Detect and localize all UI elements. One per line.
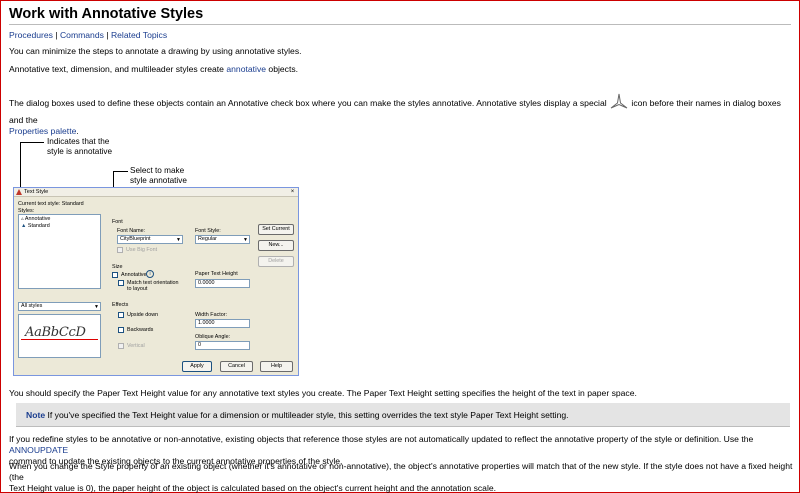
callout-annotative-indicator: Indicates that the style is annotative (47, 137, 113, 156)
styles-filter-dropdown[interactable]: All styles ▼ (18, 302, 101, 311)
paragraph-dialog-boxes: The dialog boxes used to define these ob… (9, 92, 794, 137)
apply-button[interactable]: Apply (182, 361, 212, 372)
note-label: Note (26, 410, 46, 420)
paragraph-annotative: Annotative text, dimension, and multilea… (9, 64, 299, 74)
font-style-label: Font Style: (195, 228, 221, 234)
font-name-dropdown[interactable]: CityBlueprint ▼ (117, 235, 183, 244)
annoupdate-link[interactable]: ANNOUPDATE (9, 445, 68, 455)
paragraph-intro: You can minimize the steps to annotate a… (9, 46, 302, 56)
annotative-icon (609, 92, 629, 115)
oblique-angle-input[interactable]: 0 (195, 341, 250, 350)
backwards-label: Backwards (127, 327, 154, 333)
vertical-checkbox[interactable] (118, 343, 124, 349)
note-box: Note If you've specified the Text Height… (16, 403, 790, 427)
list-item[interactable]: ▵ Annotative (21, 216, 50, 222)
autocad-logo-icon (16, 189, 22, 195)
paper-text-height-label: Paper Text Height (195, 271, 238, 277)
chevron-down-icon: ▼ (94, 304, 99, 310)
backwards-checkbox[interactable] (118, 327, 124, 333)
procedures-link[interactable]: Procedures (9, 30, 53, 40)
set-current-button[interactable]: Set Current (258, 224, 294, 235)
size-group-label: Size (112, 264, 123, 270)
font-name-label: Font Name: (117, 228, 146, 234)
upside-down-label: Upside down (127, 312, 159, 318)
info-icon[interactable]: i (146, 270, 154, 278)
styles-list[interactable]: ▵ Annotative ▲ Standard (18, 214, 101, 289)
text-style-dialog: Text Style × Current text style: Standar… (13, 187, 299, 376)
style-preview: AaBbCcD (18, 314, 101, 358)
paper-text-height-input[interactable]: 0.0000 (195, 279, 250, 288)
annotative-label: Annotative (121, 272, 147, 278)
annotative-icon: ▲ (21, 223, 27, 229)
related-topics-link[interactable]: Related Topics (111, 30, 167, 40)
font-style-dropdown[interactable]: Regular ▼ (195, 235, 250, 244)
paragraph-paper-text-height: You should specify the Paper Text Height… (9, 388, 637, 398)
vertical-label: Vertical (127, 343, 145, 349)
match-orientation-checkbox[interactable] (118, 280, 124, 286)
topic-nav: Procedures | Commands | Related Topics (9, 30, 168, 40)
close-icon[interactable]: × (289, 189, 296, 196)
commands-link[interactable]: Commands (60, 30, 104, 40)
preview-baseline (21, 339, 98, 340)
delete-button[interactable]: Delete (258, 256, 294, 267)
current-style-label: Current text style: Standard (18, 201, 84, 207)
dialog-titlebar: Text Style × (14, 188, 298, 197)
chevron-down-icon: ▼ (176, 237, 181, 243)
chevron-down-icon: ▼ (243, 237, 248, 243)
help-button[interactable]: Help (260, 361, 293, 372)
font-group-label: Font (112, 219, 123, 225)
new-button[interactable]: New... (258, 240, 294, 251)
annotative-icon: ▵ (21, 216, 24, 222)
match-orientation-label: Match text orientation to layout (127, 280, 179, 292)
paragraph-style-property: When you change the Style property of an… (9, 461, 793, 493)
cancel-button[interactable]: Cancel (220, 361, 253, 372)
use-big-font-checkbox[interactable] (117, 247, 123, 253)
upside-down-checkbox[interactable] (118, 312, 124, 318)
annotative-checkbox[interactable] (112, 272, 118, 278)
page-title: Work with Annotative Styles (9, 6, 204, 22)
properties-palette-link[interactable]: Properties palette (9, 126, 76, 136)
callout-line (113, 171, 128, 172)
list-item[interactable]: ▲ Standard (21, 223, 50, 229)
width-factor-label: Width Factor: (195, 312, 228, 318)
callout-line (20, 142, 44, 143)
annotative-link[interactable]: annotative (226, 64, 266, 74)
oblique-angle-label: Oblique Angle: (195, 334, 231, 340)
use-big-font-label: Use Big Font (126, 247, 158, 253)
title-divider (9, 24, 791, 25)
width-factor-input[interactable]: 1.0000 (195, 319, 250, 328)
effects-group-label: Effects (112, 302, 129, 308)
preview-text: AaBbCcD (25, 325, 86, 340)
callout-select-annotative: Select to make style annotative (130, 166, 187, 185)
